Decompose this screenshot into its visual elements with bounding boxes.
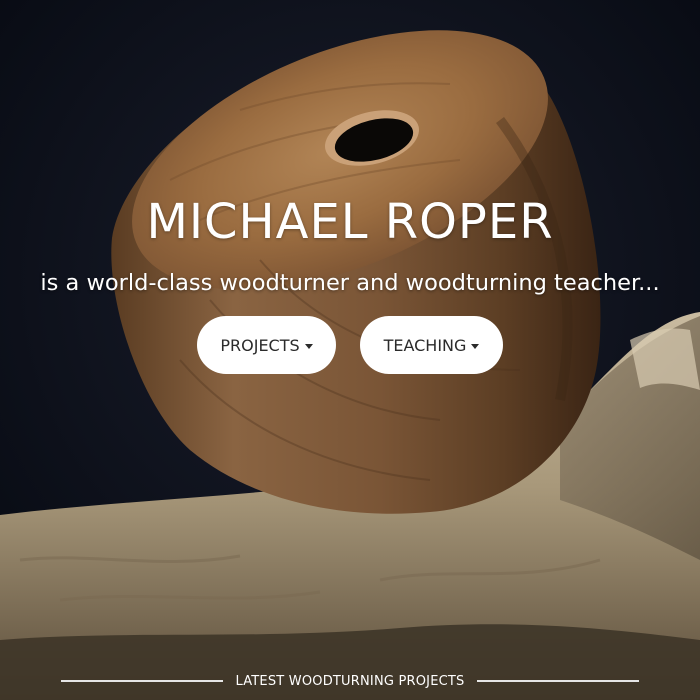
heading-divider-right <box>476 680 639 682</box>
caret-down-icon <box>471 343 480 349</box>
latest-projects-heading: LATEST WOODTURNING PROJECTS <box>0 670 700 692</box>
latest-projects-label: LATEST WOODTURNING PROJECTS <box>235 673 465 689</box>
caret-down-icon <box>304 343 313 349</box>
hero-section: MICHAEL ROPER is a world-class woodturne… <box>0 0 700 700</box>
teaching-dropdown-button[interactable]: TEACHING <box>360 316 503 374</box>
projects-button-label: PROJECTS <box>220 335 300 355</box>
site-title: MICHAEL ROPER <box>146 194 554 250</box>
projects-dropdown-button[interactable]: PROJECTS <box>197 316 336 374</box>
teaching-button-label: TEACHING <box>383 335 467 355</box>
heading-divider-left <box>61 680 224 682</box>
site-tagline: is a world-class woodturner and woodturn… <box>40 270 660 296</box>
hero-nav-buttons: PROJECTS TEACHING <box>0 316 700 374</box>
